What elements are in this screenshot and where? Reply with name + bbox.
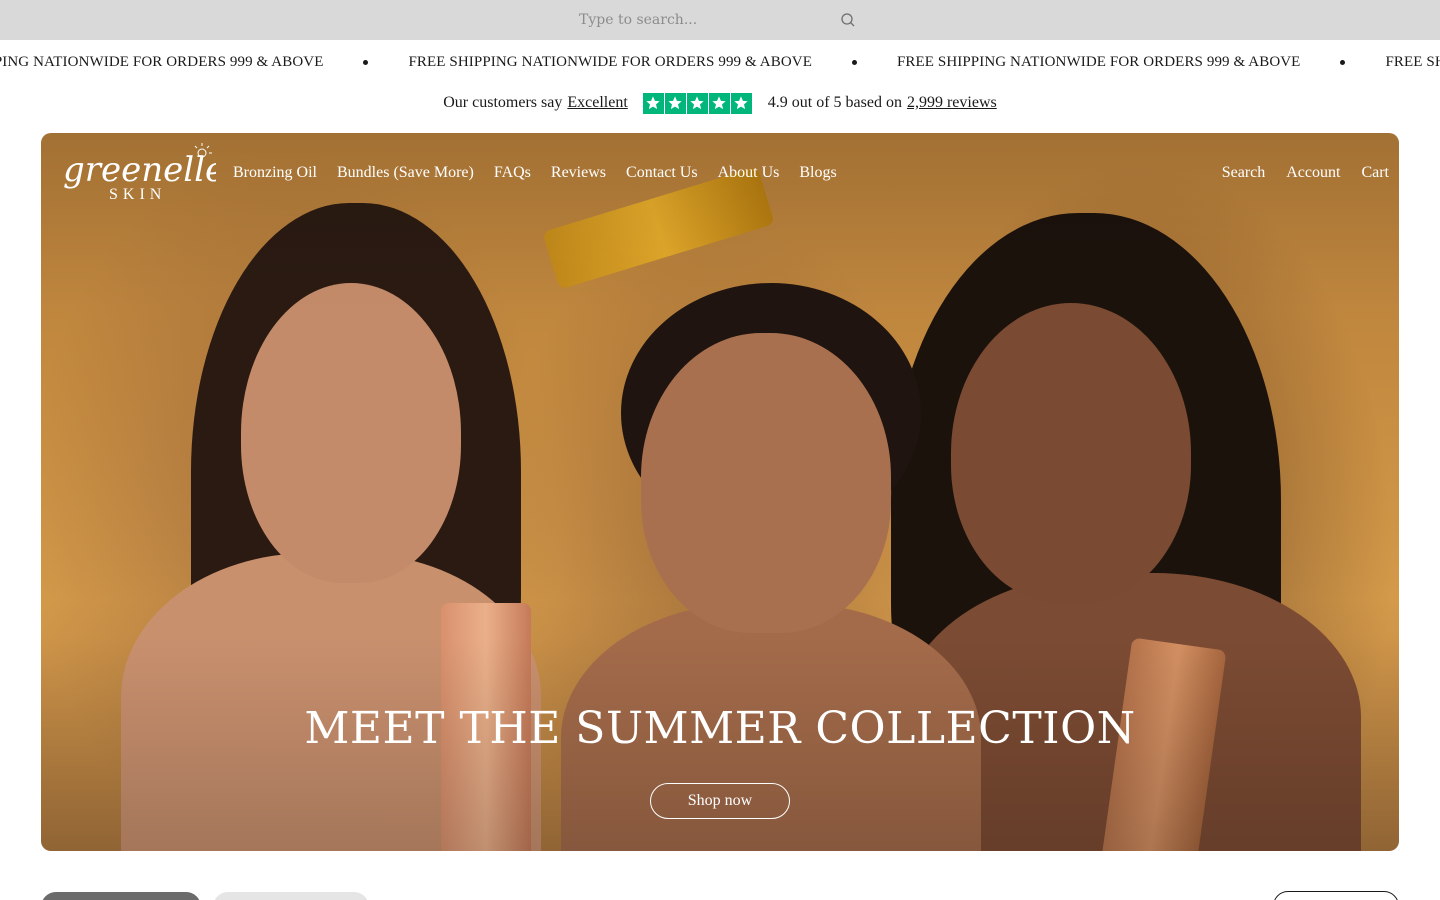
- announcement-marquee: FREE SHIPPING NATIONWIDE FOR ORDERS 999 …: [0, 50, 1440, 80]
- nav-link-bronzing-oil[interactable]: Bronzing Oil: [233, 164, 317, 182]
- announcement-item: FREE SHIPPING NATIONWIDE FOR ORDERS 999 …: [1385, 54, 1440, 70]
- nav-link-about-us[interactable]: About Us: [718, 164, 780, 182]
- nav-link-blogs[interactable]: Blogs: [799, 164, 836, 182]
- logo-script: greenelle: [63, 150, 216, 190]
- shop-now-button[interactable]: Shop now: [650, 783, 790, 819]
- search-bar: [0, 0, 1440, 40]
- star-rating: [642, 92, 753, 114]
- separator-dot: [363, 60, 369, 65]
- separator-dot: [1340, 60, 1346, 65]
- header-actions: Search Account Cart: [1222, 164, 1389, 182]
- star-icon: [686, 92, 708, 114]
- nav-links: Bronzing Oil Bundles (Save More) FAQs Re…: [233, 164, 837, 182]
- star-icon: [730, 92, 752, 114]
- cart-link[interactable]: Cart: [1361, 164, 1389, 182]
- view-all-button[interactable]: [1273, 891, 1399, 900]
- score-text: 4.9 out of 5 based on: [767, 94, 902, 111]
- search-icon[interactable]: [840, 12, 856, 28]
- brand-logo[interactable]: greenelle SKIN: [61, 141, 216, 213]
- star-icon: [708, 92, 730, 114]
- reviews-prefix: Our customers say: [443, 94, 563, 111]
- separator-dot: [851, 60, 857, 65]
- logo-sub: SKIN: [109, 186, 166, 203]
- announcement-item: FREE SHIPPING NATIONWIDE FOR ORDERS 999 …: [408, 54, 812, 70]
- trustpilot-rating: Our customers say Excellent 4.9 out of 5…: [0, 90, 1440, 116]
- main-navigation: greenelle SKIN Bronzing Oil Bundles (Sav…: [41, 133, 1399, 223]
- star-icon: [664, 92, 686, 114]
- search-box: [568, 4, 868, 36]
- announcement-item: FREE SHIPPING NATIONWIDE FOR ORDERS 999 …: [0, 54, 324, 70]
- search-input[interactable]: [568, 4, 868, 36]
- collection-tab[interactable]: [213, 892, 369, 900]
- star-icon: [642, 92, 664, 114]
- search-link[interactable]: Search: [1222, 164, 1266, 182]
- announcement-item: FREE SHIPPING NATIONWIDE FOR ORDERS 999 …: [896, 54, 1301, 70]
- hero-banner: greenelle SKIN Bronzing Oil Bundles (Sav…: [41, 133, 1399, 851]
- nav-link-reviews[interactable]: Reviews: [551, 164, 606, 182]
- collection-tab-active[interactable]: [41, 892, 201, 900]
- reviews-count-link[interactable]: 2,999 reviews: [907, 94, 997, 112]
- account-link[interactable]: Account: [1286, 164, 1340, 182]
- hero-title: MEET THE SUMMER COLLECTION: [304, 703, 1136, 754]
- rating-word-link[interactable]: Excellent: [567, 94, 627, 112]
- nav-link-contact-us[interactable]: Contact Us: [626, 164, 698, 182]
- nav-link-bundles[interactable]: Bundles (Save More): [337, 164, 474, 182]
- nav-link-faqs[interactable]: FAQs: [494, 164, 531, 182]
